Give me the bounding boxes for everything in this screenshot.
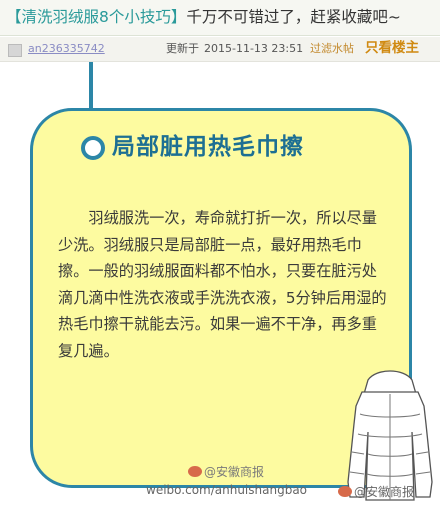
post-meta-bar: an236335742 更新于 2015-11-13 23:51 过滤水帖 只看…: [0, 37, 440, 62]
post-title: 【清洗羽绒服8个小技巧】千万不可错过了，赶紧收藏吧~: [0, 0, 440, 36]
username-link[interactable]: an236335742: [28, 37, 105, 61]
weibo-watermark: @安徽商报: [188, 463, 264, 480]
weibo-logo-icon: [188, 466, 202, 477]
weibo-logo-icon-2: [338, 486, 352, 497]
updated-label: 更新于: [166, 42, 199, 55]
tip-paragraph: 羽绒服洗一次，寿命就打折一次，所以尽量少洗。羽绒服只是局部脏一点，最好用热毛巾擦…: [58, 209, 387, 360]
post-title-tag: 【清洗羽绒服8个小技巧】: [6, 8, 187, 26]
post-title-text: 千万不可错过了，赶紧收藏吧~: [186, 8, 401, 26]
avatar[interactable]: [8, 44, 22, 57]
post-image: 局部脏用热毛巾擦 羽绒服洗一次，寿命就打折一次，所以尽量少洗。羽绒服只是局部脏一…: [0, 62, 440, 505]
weibo-tail-handle: @安徽商报: [354, 485, 415, 499]
weibo-url-watermark: weibo.com/anhuishangbao: [146, 483, 308, 497]
owner-only-link[interactable]: 只看楼主: [365, 36, 419, 60]
weibo-tail-watermark: @安徽商报: [338, 483, 414, 500]
tip-heading: 局部脏用热毛巾擦: [112, 134, 304, 160]
updated-time: 2015-11-13 23:51: [204, 42, 304, 55]
circle-bullet-icon: [81, 136, 105, 160]
filter-spam-link[interactable]: 过滤水帖: [310, 37, 354, 61]
weibo-handle: @安徽商报: [204, 465, 265, 479]
